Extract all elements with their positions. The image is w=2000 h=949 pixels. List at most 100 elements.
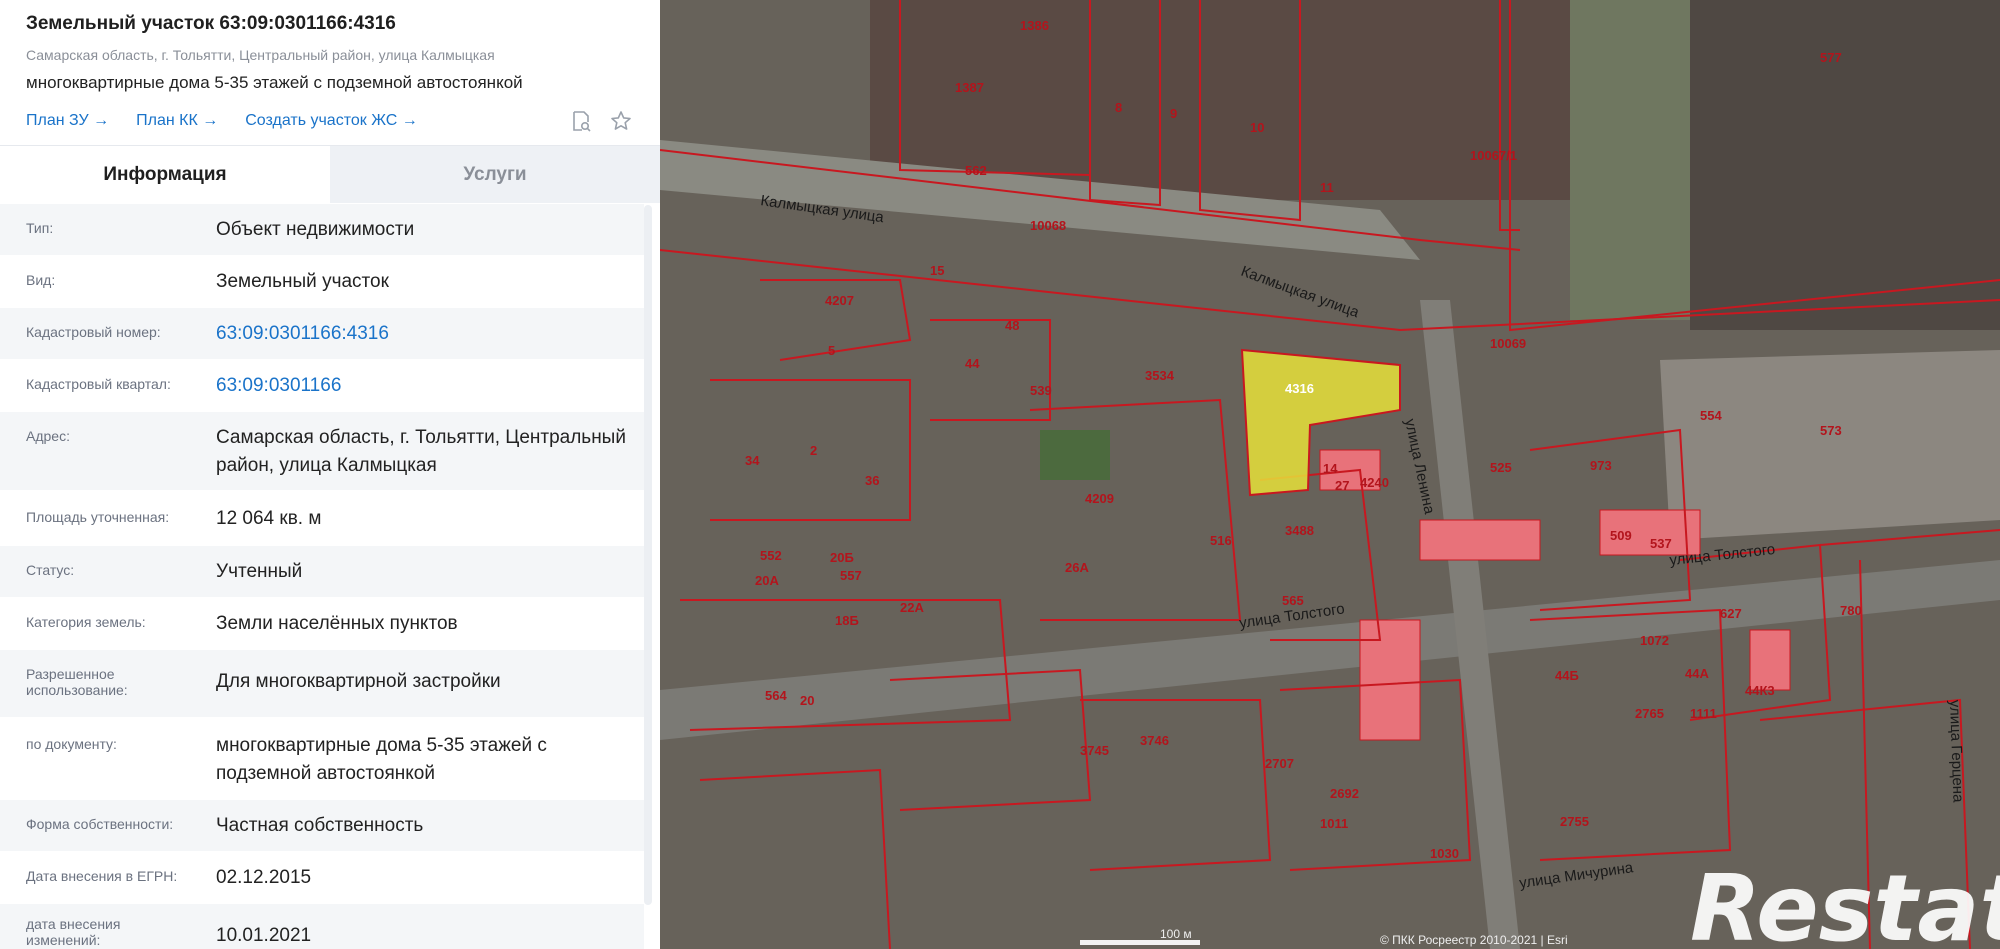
field-dark-2 (1690, 0, 2000, 330)
parcel-label: 10068 (1030, 218, 1066, 233)
create-parcel-link[interactable]: Создать участок ЖС → (245, 112, 418, 130)
parcel-label: 627 (1720, 606, 1742, 621)
field-green (1570, 0, 1690, 320)
search-document-icon[interactable] (568, 108, 594, 134)
parcel-label: 2707 (1265, 756, 1294, 771)
parcel-label: 1111 (1690, 706, 1717, 721)
parcel-label: 1072 (1640, 633, 1669, 648)
parcel-label: 44 (965, 356, 980, 371)
info-row-status: Статус: Учтенный (0, 545, 644, 597)
parcel-label: 10069 (1490, 336, 1526, 351)
row-label: Кадастровый квартал: (26, 376, 171, 392)
parcel-label: 4209 (1085, 491, 1114, 506)
row-value: Учтенный (216, 561, 303, 582)
tab-info[interactable]: Информация (0, 146, 330, 203)
parcel-label: 973 (1590, 458, 1612, 473)
row-label: по документу: (26, 736, 117, 752)
panel-scrollbar[interactable] (644, 205, 652, 905)
building (1359, 619, 1421, 741)
row-value: Земли населённых пунктов (216, 613, 458, 634)
row-label: Кадастровый номер: (26, 324, 161, 340)
info-row-cadastral-quarter: Кадастровый квартал: 63:09:0301166 (0, 359, 644, 411)
building (1419, 519, 1541, 561)
star-icon[interactable] (608, 108, 634, 134)
tab-services[interactable]: Услуги (330, 146, 660, 203)
parcel-label: 1011 (1320, 816, 1348, 831)
parcel-label: 27 (1335, 478, 1349, 493)
info-row-change-date: дата внесения изменений: 10.01.2021 (0, 903, 644, 949)
header-icons (568, 108, 634, 134)
row-label: Разрешенное использование: (26, 666, 128, 698)
info-row-cadastral-number: Кадастровый номер: 63:09:0301166:4316 (0, 307, 644, 359)
parcel-label: 780 (1840, 603, 1862, 618)
parcel-address: Самарская область, г. Тольятти, Централь… (26, 47, 495, 63)
area-east (1660, 350, 2000, 540)
scale-label: 100 м (1160, 927, 1192, 941)
cadastral-quarter-link[interactable]: 63:09:0301166 (216, 372, 644, 400)
row-value: Объект недвижимости (216, 219, 415, 240)
cadastral-number-link[interactable]: 63:09:0301166:4316 (216, 320, 644, 348)
parcel-label: 1386 (1020, 18, 1049, 33)
parcel-label: 36 (865, 473, 879, 488)
parcel-label: 3488 (1285, 523, 1314, 538)
parcel-label: 11 (1320, 180, 1334, 195)
row-value: 10.01.2021 (216, 925, 312, 946)
parcel-label: 14 (1323, 461, 1338, 476)
row-value: 12 064 кв. м (216, 508, 322, 529)
parcel-label: 3746 (1140, 733, 1169, 748)
parcel-label: 20А (755, 573, 779, 588)
parcel-label: 4240 (1360, 475, 1389, 490)
parcel-label: 44А (1685, 666, 1709, 681)
row-value: Частная собственность (216, 815, 424, 836)
info-row-by-document: по документу: многоквартирные дома 5-35 … (0, 717, 644, 799)
parcel-label: 22А (900, 600, 924, 615)
parcel-title: Земельный участок 63:09:0301166:4316 (26, 13, 396, 34)
cadastral-map[interactable]: 4316 Калмыцкая улица Калмыцкая улица ули… (660, 0, 2000, 949)
parcel-label: 525 (1490, 460, 1512, 475)
parcel-label: 562 (965, 163, 987, 178)
parcel-label: 20Б (830, 550, 854, 565)
row-label: Вид: (26, 272, 56, 288)
parcel-label: 10 (1250, 120, 1264, 135)
info-row-kind: Вид: Земельный участок (0, 255, 644, 307)
row-value: Самарская область, г. Тольятти, Централь… (216, 427, 626, 476)
parcel-label: 3534 (1145, 368, 1175, 383)
parcel-purpose: многоквартирные дома 5-35 этажей с подзе… (26, 73, 523, 92)
parcel-label: 539 (1030, 383, 1052, 398)
row-label: Категория земель: (26, 614, 146, 630)
action-links: План ЗУ → План КК → Создать участок ЖС → (26, 108, 634, 134)
info-row-ownership: Форма собственности: Частная собственнос… (0, 799, 644, 851)
plan-zu-link[interactable]: План ЗУ → (26, 112, 109, 130)
info-row-type: Тип: Объект недвижимости (0, 203, 644, 255)
row-label: Форма собственности: (26, 816, 174, 832)
parcel-label: 26А (1065, 560, 1089, 575)
parcel-label: 573 (1820, 423, 1842, 438)
info-row-permitted-use: Разрешенное использование: Для многоквар… (0, 649, 644, 717)
parcel-label: 552 (760, 548, 782, 563)
row-label: Площадь уточненная: (26, 509, 170, 525)
row-label: Тип: (26, 220, 54, 236)
parcel-label: 48 (1005, 318, 1019, 333)
street-label: улица Герцена (1946, 700, 1967, 804)
parcel-label: 44К3 (1745, 683, 1775, 698)
row-value: 02.12.2015 (216, 867, 312, 888)
map-attribution: © ПКК Росреестр 2010-2021 | Esri (1380, 933, 1568, 947)
building (1749, 629, 1791, 691)
info-table: Тип: Объект недвижимости Вид: Земельный … (0, 203, 644, 949)
parcel-label: 557 (840, 568, 862, 583)
parcel-label: 4207 (825, 293, 854, 308)
parcel-label: 9 (1170, 106, 1177, 121)
info-panel: Земельный участок 63:09:0301166:4316 Сам… (0, 0, 660, 949)
parcel-label: 5 (828, 343, 835, 358)
plan-kk-link[interactable]: План КК → (136, 112, 218, 130)
parcel-label: 564 (765, 688, 787, 703)
parcel-label: 577 (1820, 50, 1842, 65)
info-row-land-category: Категория земель: Земли населённых пункт… (0, 597, 644, 649)
parcel-label: 2 (810, 443, 817, 458)
stadium (1040, 430, 1110, 480)
parcel-label: 2755 (1560, 814, 1589, 829)
parcel-label: 565 (1282, 593, 1304, 608)
info-row-egrn-date: Дата внесения в ЕГРН: 02.12.2015 (0, 851, 644, 903)
parcel-label: 44Б (1555, 668, 1579, 683)
parcel-label: 537 (1650, 536, 1672, 551)
